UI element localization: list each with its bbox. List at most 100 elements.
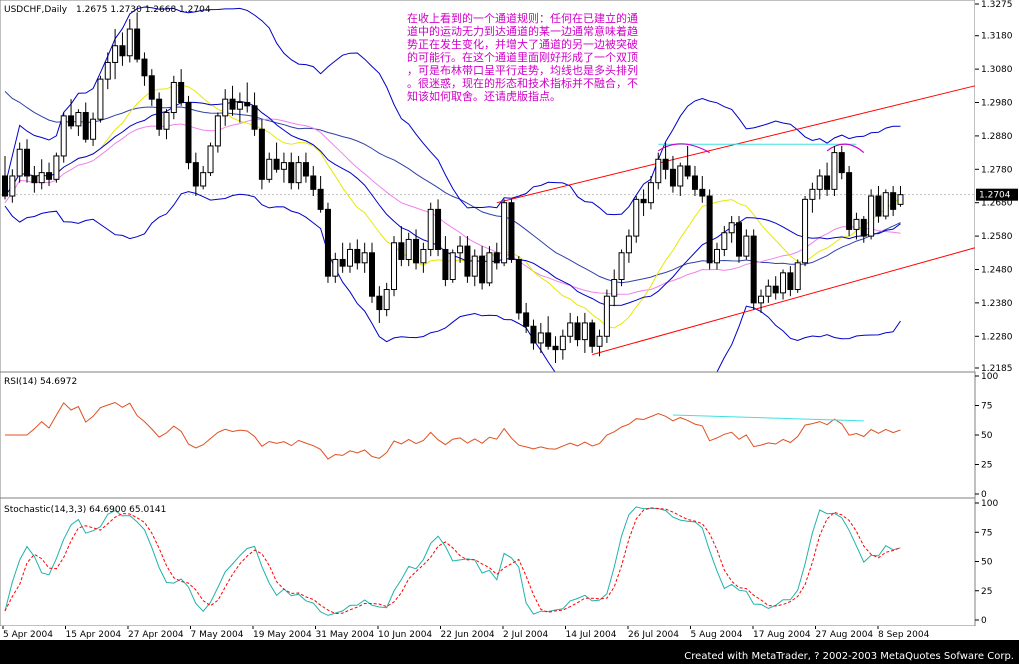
candle-body bbox=[846, 172, 853, 230]
candle-body bbox=[691, 175, 698, 190]
candle-body bbox=[787, 272, 794, 291]
candle-body bbox=[185, 102, 192, 164]
candle-body bbox=[758, 295, 765, 304]
candle-body bbox=[90, 118, 97, 140]
candle-body bbox=[545, 332, 552, 347]
candle-body bbox=[170, 81, 177, 114]
candle bbox=[831, 145, 838, 197]
candle-body bbox=[229, 98, 236, 110]
candle-body bbox=[391, 242, 398, 291]
candle bbox=[868, 189, 875, 240]
x-tick-label: 7 May 2004 bbox=[191, 630, 244, 640]
x-tick-label: 22 Jun 2004 bbox=[441, 630, 495, 640]
annotation-line: ，可是布林带口呈平行走势，均线也是多头排列 bbox=[407, 63, 638, 77]
candle bbox=[207, 142, 214, 176]
candle-body bbox=[68, 115, 75, 127]
price-tick-label: 1.2880 bbox=[981, 132, 1013, 142]
candle-body bbox=[163, 112, 170, 130]
candle-body bbox=[471, 255, 478, 277]
x-axis: 5 Apr 2004 15 Apr 2004 27 Apr 2004 7 May 20… bbox=[0, 626, 1019, 640]
candle-body bbox=[559, 335, 566, 351]
candle-body bbox=[148, 75, 155, 100]
candle-body bbox=[530, 325, 537, 344]
price-tick-label: 1.3080 bbox=[981, 65, 1013, 75]
candle-body bbox=[750, 235, 757, 304]
candle-body bbox=[435, 208, 442, 250]
stoch-tick-label: 0 bbox=[981, 616, 987, 626]
annotation-line: 。很迷惑，现在的形态和技术指标并不融合，不 bbox=[407, 76, 638, 90]
candle-body bbox=[897, 194, 904, 205]
annotation-line: 在收上看到的一个通道规则：任何在已建立的通 bbox=[407, 11, 638, 25]
candle-body bbox=[523, 312, 530, 327]
candle-body bbox=[310, 175, 317, 190]
candle-body bbox=[38, 172, 45, 184]
candle bbox=[427, 202, 434, 257]
x-tick-label: 31 May 2004 bbox=[316, 630, 375, 640]
candle-body bbox=[860, 218, 867, 237]
ohlc-label: 1.2675 1.2730 1.2668 1.2704 bbox=[76, 5, 211, 15]
rsi-panel-bg bbox=[0, 372, 975, 498]
candle-body bbox=[765, 285, 772, 297]
candle bbox=[156, 92, 163, 136]
candle-body bbox=[251, 105, 258, 130]
annotation-line: 势正在发生变化，并增大了通道的另一边被突破 bbox=[407, 37, 638, 51]
candle-body bbox=[728, 222, 735, 234]
x-tick-label: 19 May 2004 bbox=[253, 630, 312, 640]
annotation-line: 知该如何取舍。还请虎版指点。 bbox=[407, 89, 561, 103]
candle-body bbox=[119, 45, 126, 57]
candle bbox=[258, 119, 265, 190]
rsi-tick-label: 100 bbox=[981, 372, 998, 382]
candle-body bbox=[625, 235, 632, 254]
candle bbox=[633, 196, 640, 243]
candle-body bbox=[53, 155, 60, 180]
candle-body bbox=[31, 175, 38, 184]
candle-body bbox=[24, 148, 31, 177]
candle-body bbox=[618, 252, 625, 281]
candle-body bbox=[493, 252, 500, 264]
candle-body bbox=[780, 272, 787, 294]
candle bbox=[802, 196, 809, 267]
candle-body bbox=[288, 162, 295, 184]
candle-body bbox=[222, 98, 229, 117]
candle-body bbox=[457, 245, 464, 254]
price-tick-label: 1.2580 bbox=[981, 232, 1013, 242]
x-tick-label: 5 Aug 2004 bbox=[691, 630, 743, 640]
candle-body bbox=[501, 202, 508, 264]
x-tick-label: 8 Sep 2004 bbox=[878, 630, 930, 640]
candle-body bbox=[346, 248, 353, 267]
x-tick-label: 5 Apr 2004 bbox=[3, 630, 53, 640]
rsi-tick-label: 75 bbox=[981, 402, 992, 412]
price-tick-label: 1.3275 bbox=[981, 0, 1013, 10]
candle bbox=[185, 95, 192, 170]
candle-body bbox=[332, 258, 339, 277]
candle-body bbox=[104, 61, 111, 80]
candle-body bbox=[280, 162, 287, 170]
candle-body bbox=[295, 162, 302, 184]
candle-body bbox=[515, 258, 522, 314]
candle bbox=[706, 189, 713, 270]
candle-body bbox=[603, 295, 610, 337]
candle-body bbox=[97, 78, 104, 120]
rsi-tick-label: 50 bbox=[981, 431, 993, 441]
candle-body bbox=[699, 188, 706, 197]
candle-body bbox=[236, 102, 243, 110]
candle bbox=[515, 256, 522, 320]
rsi-panel: 1007550250 RSI(14) 54.6972 bbox=[0, 371, 998, 500]
candle-body bbox=[831, 152, 838, 190]
candle-body bbox=[647, 182, 654, 204]
x-tick-label: 17 Aug 2004 bbox=[753, 630, 811, 640]
candle bbox=[97, 75, 104, 123]
candle-body bbox=[677, 165, 684, 187]
candle-body bbox=[266, 158, 273, 180]
price-axis: 1.32751.31801.30801.29801.28801.27801.26… bbox=[975, 0, 1019, 640]
candle-body bbox=[9, 175, 16, 197]
candle-body bbox=[16, 148, 23, 177]
candle-body bbox=[413, 238, 420, 264]
candle bbox=[324, 202, 331, 283]
stoch-tick-label: 100 bbox=[981, 499, 998, 509]
candle-body bbox=[736, 222, 742, 257]
footer-credit: Created with MetaTrader, ? 2002-2003 Met… bbox=[684, 651, 1014, 662]
candle-body bbox=[838, 152, 845, 174]
stoch-tick-label: 25 bbox=[981, 587, 992, 597]
candle-body bbox=[684, 165, 691, 177]
